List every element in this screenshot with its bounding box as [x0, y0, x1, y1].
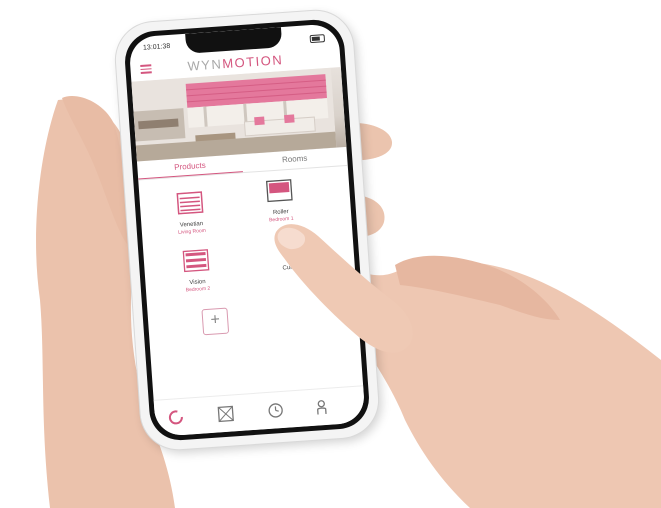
clock-icon[interactable]: [266, 401, 285, 420]
phone-screen: 13:01:38 WYNMOTION Products Rooms Veneti…: [128, 23, 366, 437]
photo-scene: 13:01:38 WYNMOTION Products Rooms Veneti…: [0, 0, 661, 508]
product-tile-roller[interactable]: Roller Bedroom 1: [239, 177, 322, 225]
room-illustration: [131, 67, 337, 162]
power-ring-icon[interactable]: [166, 408, 185, 427]
product-name: Curt...: [282, 264, 300, 272]
phone-bezel: 13:01:38 WYNMOTION Products Rooms Veneti…: [122, 17, 372, 443]
vision-blind-icon: [182, 249, 210, 273]
window-blind-icon[interactable]: [216, 404, 235, 423]
venetian-blind-icon: [176, 191, 204, 215]
hero-room-image: [131, 67, 347, 162]
user-icon[interactable]: [312, 398, 331, 417]
brand-suffix: MOTION: [221, 52, 284, 72]
status-time: 13:01:38: [142, 42, 171, 52]
roller-blind-icon: [265, 179, 293, 203]
product-tile-curtain[interactable]: Curt...: [251, 262, 331, 275]
product-tile-vision[interactable]: Vision Bedroom 2: [155, 247, 238, 295]
products-grid: Venetian Living Room Roller Bedroom 1 Vi…: [138, 169, 362, 393]
add-product-button[interactable]: +: [201, 307, 230, 336]
bottom-nav: [153, 385, 366, 437]
brand-prefix: WYN: [186, 56, 223, 74]
smartphone: 13:01:38 WYNMOTION Products Rooms Veneti…: [113, 8, 381, 452]
battery-icon: [309, 34, 326, 44]
product-tile-venetian[interactable]: Venetian Living Room: [149, 189, 232, 237]
